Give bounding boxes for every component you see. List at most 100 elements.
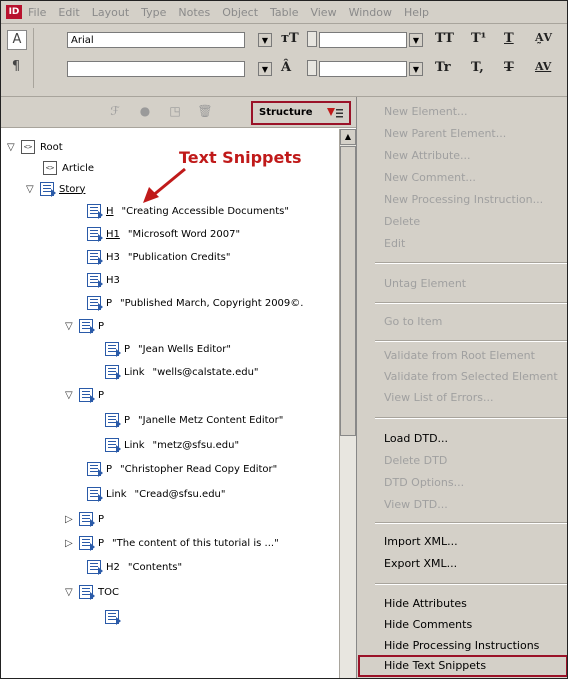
annotation-arrow-icon (143, 167, 186, 203)
subscript-icon[interactable]: T, (471, 60, 484, 75)
menu-view-dtd[interactable]: View DTD... (384, 498, 448, 511)
superscript-icon[interactable]: T¹ (471, 31, 486, 46)
tree-item[interactable]: ▽ P (65, 316, 112, 336)
tree-item[interactable]: P "Jean Wells Editor" (105, 339, 231, 359)
font-size-field[interactable] (319, 32, 407, 48)
story-icon (40, 182, 56, 197)
scroll-thumb[interactable] (340, 146, 356, 436)
menu-hide-comments[interactable]: Hide Comments (384, 618, 472, 631)
leading-icon: Â (281, 60, 292, 75)
menu-validate-root[interactable]: Validate from Root Element (384, 349, 535, 362)
menu-view-errors[interactable]: View List of Errors... (384, 391, 493, 404)
font-size-dropdown[interactable]: ▼ (409, 33, 423, 47)
menu-load-dtd[interactable]: Load DTD... (384, 432, 448, 445)
menu-import-xml[interactable]: Import XML... (384, 535, 458, 548)
all-caps-icon[interactable]: TT (435, 31, 454, 46)
tree-scrollbar[interactable]: ▲ (339, 129, 357, 678)
menu-hide-text-snippets[interactable]: Hide Text Snippets (384, 659, 486, 672)
font-family-field[interactable]: Arial (67, 32, 245, 48)
menu-new-parent-element[interactable]: New Parent Element... (384, 127, 506, 140)
character-formatting-icon[interactable]: A (7, 30, 27, 50)
expand-toggle-icon[interactable]: ▽ (65, 321, 75, 332)
menu-edit[interactable]: Edit (58, 6, 79, 19)
show-tag-marker-icon[interactable]: ● (137, 103, 153, 119)
tree-item[interactable]: ▽ P (65, 385, 112, 405)
text-snippet: "Microsoft Word 2007" (127, 228, 241, 240)
tree-item[interactable]: ▽ TOC (65, 582, 127, 602)
paragraph-element-icon (105, 342, 121, 357)
text-snippet: "Jean Wells Editor" (138, 343, 231, 355)
tree-item[interactable]: ▷ P "The content of this tutorial is ...… (65, 533, 279, 553)
expand-toggle-icon[interactable]: ▽ (65, 390, 75, 401)
font-style-dropdown[interactable]: ▼ (258, 62, 272, 76)
tree-item-root[interactable]: ▽ <> Root (7, 137, 71, 157)
tree-item-article[interactable]: <> Article (43, 158, 102, 178)
menu-window[interactable]: Window (349, 6, 392, 19)
collapse-toggle-icon[interactable]: ▷ (65, 514, 75, 525)
menu-export-xml[interactable]: Export XML... (384, 557, 457, 570)
structure-panel-toolbar: ℱ ● ◳ 🗑 Structure (1, 97, 356, 128)
expand-toggle-icon[interactable]: ▽ (65, 587, 75, 598)
small-caps-icon[interactable]: Tr (435, 60, 451, 75)
menu-help[interactable]: Help (404, 6, 429, 19)
leading-dropdown[interactable]: ▼ (409, 62, 423, 76)
menu-table[interactable]: Table (270, 6, 298, 19)
tree-item[interactable]: H2 "Contents" (87, 557, 182, 577)
structure-tab[interactable]: Structure (251, 101, 351, 125)
menu-new-processing-instruction[interactable]: New Processing Instruction... (384, 193, 543, 206)
tree-item[interactable]: H3 "Publication Credits" (87, 247, 230, 267)
expand-toggle-icon[interactable]: ▽ (26, 184, 36, 195)
tree-item[interactable]: ▷ P (65, 509, 112, 529)
menu-edit[interactable]: Edit (384, 237, 405, 250)
paragraph-element-icon (87, 296, 103, 311)
menu-type[interactable]: Type (141, 6, 166, 19)
menu-delete-dtd[interactable]: Delete DTD (384, 454, 447, 467)
menu-delete[interactable]: Delete (384, 215, 420, 228)
element-tag: P (98, 537, 105, 549)
menu-hide-attributes[interactable]: Hide Attributes (384, 597, 467, 610)
underline-icon[interactable]: T (504, 31, 514, 46)
menu-layout[interactable]: Layout (92, 6, 129, 19)
leading-field[interactable] (319, 61, 407, 77)
menu-file[interactable]: File (28, 6, 46, 19)
kerning-icon[interactable]: A̰V (535, 31, 552, 44)
menu-new-attribute[interactable]: New Attribute... (384, 149, 471, 162)
font-family-dropdown[interactable]: ▼ (258, 33, 272, 47)
tree-item-story[interactable]: ▽ Story (26, 179, 93, 199)
new-element-icon[interactable]: ◳ (167, 103, 183, 119)
panel-menu-icon[interactable] (327, 106, 343, 120)
strikethrough-icon[interactable]: T (504, 60, 514, 75)
tree-item[interactable]: H1 "Microsoft Word 2007" (87, 224, 240, 244)
menu-validate-selected[interactable]: Validate from Selected Element (384, 370, 558, 383)
font-size-stepper[interactable] (307, 31, 317, 47)
delete-element-icon[interactable]: 🗑 (197, 103, 213, 119)
tree-item[interactable]: Link "Cread@sfsu.edu" (87, 484, 225, 504)
element-tag: H (106, 205, 114, 217)
menu-view[interactable]: View (310, 6, 336, 19)
text-snippet: "metz@sfsu.edu" (152, 439, 240, 451)
tree-item[interactable]: P "Janelle Metz Content Editor" (105, 410, 283, 430)
font-style-field[interactable] (67, 61, 245, 77)
tree-item[interactable]: Link "metz@sfsu.edu" (105, 435, 239, 455)
menu-go-to-item[interactable]: Go to Item (384, 315, 442, 328)
annotation-label: Text Snippets (179, 148, 302, 167)
scroll-up-button[interactable]: ▲ (340, 129, 356, 145)
tree-item[interactable]: Link "wells@calstate.edu" (105, 362, 259, 382)
expand-toggle-icon[interactable]: ▽ (7, 142, 17, 153)
menu-untag-element[interactable]: Untag Element (384, 277, 466, 290)
menu-new-comment[interactable]: New Comment... (384, 171, 476, 184)
menu-notes[interactable]: Notes (178, 6, 210, 19)
element-tag: H3 (106, 251, 120, 263)
add-attribute-icon[interactable]: ℱ (107, 103, 123, 119)
tree-item[interactable]: H3 (87, 270, 128, 290)
paragraph-formatting-icon[interactable]: ¶ (7, 58, 25, 76)
tracking-icon[interactable]: AV (535, 60, 551, 73)
leading-stepper[interactable] (307, 60, 317, 76)
menu-new-element[interactable]: New Element... (384, 105, 468, 118)
tree-item[interactable]: P "Published March, Copyright 2009©. (87, 293, 303, 313)
collapse-toggle-icon[interactable]: ▷ (65, 538, 75, 549)
tree-item[interactable]: P "Christopher Read Copy Editor" (87, 459, 277, 479)
menu-dtd-options[interactable]: DTD Options... (384, 476, 464, 489)
menu-object[interactable]: Object (222, 6, 258, 19)
menu-hide-processing-instructions[interactable]: Hide Processing Instructions (384, 639, 539, 652)
